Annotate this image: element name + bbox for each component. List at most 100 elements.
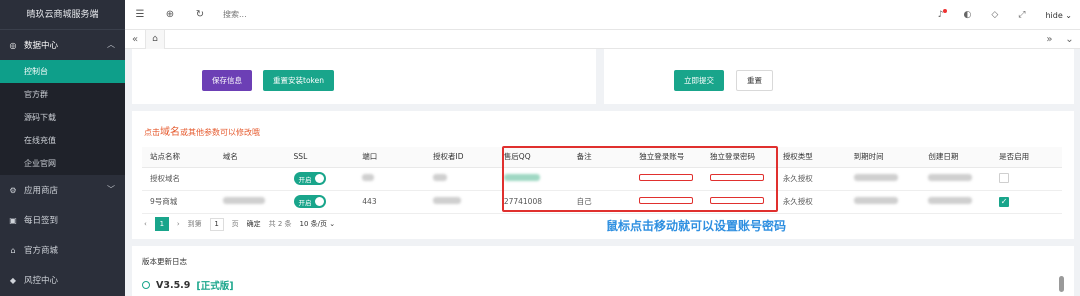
sidebar-item-website[interactable]: 企业官网 [0, 152, 125, 175]
top-bar: ☰ ⊕ ↻ ♪ ◐ ◇ ⤢ hide ⌄ [125, 0, 1080, 30]
tab-strip: « ⌂ » ⌄ [125, 29, 1080, 49]
nav-group-data-center[interactable]: ◎ 数据中心 ︿ [0, 30, 125, 60]
chevron-down-icon: ⌄ [1065, 10, 1072, 20]
expire-cell [845, 190, 921, 214]
tab-right-controls: » ⌄ [1040, 30, 1080, 49]
chevron-down-icon[interactable]: ⌄ [1065, 34, 1073, 45]
chevron-down-icon: ⌄ [329, 220, 336, 228]
ssl-toggle[interactable]: 开启 [293, 172, 326, 185]
ssl-cell: 开启 [285, 190, 355, 214]
sidebar-item-source-download[interactable]: 源码下载 [0, 106, 125, 129]
prev-page-button[interactable]: ‹ [144, 220, 147, 228]
goto-label: 到第 [187, 220, 202, 228]
license-type-cell: 永久授权 [774, 167, 846, 191]
redacted-value [362, 174, 375, 181]
next-page-button[interactable]: › [177, 220, 180, 228]
settings-card: 保存信息 重置安装token [132, 49, 596, 104]
column-header: SSL [285, 147, 355, 168]
edit-hint: 点击域名或其他参数可以修改哦 [144, 123, 260, 138]
tab-scroll-right-icon[interactable]: » [1046, 34, 1052, 45]
domain-cell[interactable] [214, 167, 286, 191]
toggle-label: 开启 [298, 198, 312, 207]
tag-icon[interactable]: ◇ [991, 10, 998, 20]
sidebar-item-console[interactable]: 控制台 [0, 60, 125, 83]
enabled-checkbox[interactable] [999, 172, 1010, 183]
shield-icon: ◆ [9, 275, 17, 285]
column-header: 授权类型 [774, 147, 846, 168]
goto-page-input[interactable]: 1 [209, 217, 224, 231]
save-info-button[interactable]: 保存信息 [202, 70, 252, 91]
column-header: 到期时间 [845, 147, 921, 168]
enabled-cell: ✓ [991, 190, 1062, 214]
sidebar: 晴玖云商城服务端 ◎ 数据中心 ︿ 控制台 官方群 源码下载 在线充值 企业官网… [0, 0, 125, 296]
login-columns-highlight [502, 146, 778, 212]
sidebar-item-official-group[interactable]: 官方群 [0, 83, 125, 106]
submit-button[interactable]: 立即提交 [674, 70, 724, 91]
hint-emphasis: 域名 [160, 127, 180, 138]
nav-group-risk-center[interactable]: ◆ 风控中心 [0, 265, 125, 295]
tab-home[interactable]: ⌂ [145, 29, 165, 49]
redacted-value [853, 174, 898, 181]
port-cell[interactable]: 443 [354, 190, 426, 214]
nav-group-checkin[interactable]: ▣ 每日签到 [0, 205, 125, 235]
tab-scroll-left-icon[interactable]: « [125, 34, 145, 45]
version-number: V3.5.9 [156, 279, 191, 291]
enabled-checkbox[interactable]: ✓ [999, 196, 1010, 207]
nav-group-label: 数据中心 [24, 41, 59, 51]
notification-icon[interactable]: ♪ [938, 9, 948, 20]
column-header: 域名 [214, 147, 286, 168]
sidebar-item-recharge[interactable]: 在线充值 [0, 129, 125, 152]
nav-group-label: 官方商城 [24, 246, 59, 256]
store-icon: ⚙ [9, 185, 17, 195]
reset-button[interactable]: 重置 [736, 70, 773, 91]
cart-icon: ⌂ [10, 245, 16, 255]
annotation-text: 鼠标点击移动就可以设置账号密码 [606, 219, 787, 233]
nav-group-official-shop[interactable]: ⌂ 官方商城 [0, 235, 125, 265]
reset-token-button[interactable]: 重置安装token [263, 70, 334, 91]
redacted-value [928, 174, 973, 181]
redacted-value [928, 197, 973, 204]
column-header: 端口 [354, 147, 426, 168]
owner-id-cell[interactable] [425, 167, 496, 191]
ssl-toggle[interactable]: 开启 [293, 195, 326, 208]
page-suffix: 页 [231, 220, 239, 228]
total-count: 共 2 条 [268, 220, 292, 228]
column-header: 站点名称 [142, 147, 215, 168]
chart-icon: ◎ [9, 40, 17, 50]
domain-cell[interactable] [214, 190, 286, 214]
port-cell[interactable] [354, 167, 426, 191]
hint-suffix: 或其他参数可以修改哦 [180, 128, 260, 137]
menu-toggle-icon[interactable]: ☰ [125, 9, 155, 20]
pagination: ‹ 1 › 到第 1 页 确定 共 2 条 10 条/页 ⌄ [144, 217, 335, 231]
hint-prefix: 点击 [144, 128, 160, 137]
search-input[interactable] [223, 10, 523, 19]
owner-id-cell[interactable] [425, 190, 496, 214]
chevron-up-icon: ︿ [107, 40, 115, 49]
goto-confirm-button[interactable]: 确定 [247, 219, 261, 229]
changelog-card: 版本更新日志 V3.5.9 [正式版] [132, 246, 1074, 296]
refresh-icon[interactable]: ↻ [185, 9, 215, 20]
toggle-knob [314, 197, 324, 206]
redacted-value [433, 174, 448, 181]
user-menu[interactable]: hide ⌄ [1045, 11, 1072, 20]
scrollbar-thumb[interactable] [1059, 276, 1064, 292]
nav-submenu: 控制台 官方群 源码下载 在线充值 企业官网 [0, 60, 125, 175]
page-size-value: 10 条/页 [299, 220, 328, 228]
theme-icon[interactable]: ◐ [963, 10, 971, 20]
column-header: 创建日期 [920, 147, 992, 168]
site-name-cell[interactable]: 9号商城 [142, 190, 215, 214]
column-header: 授权者ID [425, 147, 496, 168]
globe-icon[interactable]: ⊕ [155, 9, 185, 20]
enabled-cell [991, 167, 1062, 191]
version-entry: V3.5.9 [正式版] [142, 278, 234, 292]
nav-group-label: 每日签到 [24, 216, 59, 226]
site-name-cell[interactable]: 授权域名 [142, 167, 215, 191]
nav-group-app-store[interactable]: ⚙ 应用商店 ﹀ [0, 175, 125, 205]
fullscreen-icon[interactable]: ⤢ [1018, 10, 1025, 20]
user-name: hide [1045, 10, 1063, 20]
page-size-select[interactable]: 10 条/页 ⌄ [300, 219, 336, 229]
toggle-knob [314, 174, 324, 183]
column-header: 是否启用 [991, 147, 1062, 168]
version-tag: [正式版] [196, 281, 234, 292]
page-number-current[interactable]: 1 [154, 217, 169, 231]
